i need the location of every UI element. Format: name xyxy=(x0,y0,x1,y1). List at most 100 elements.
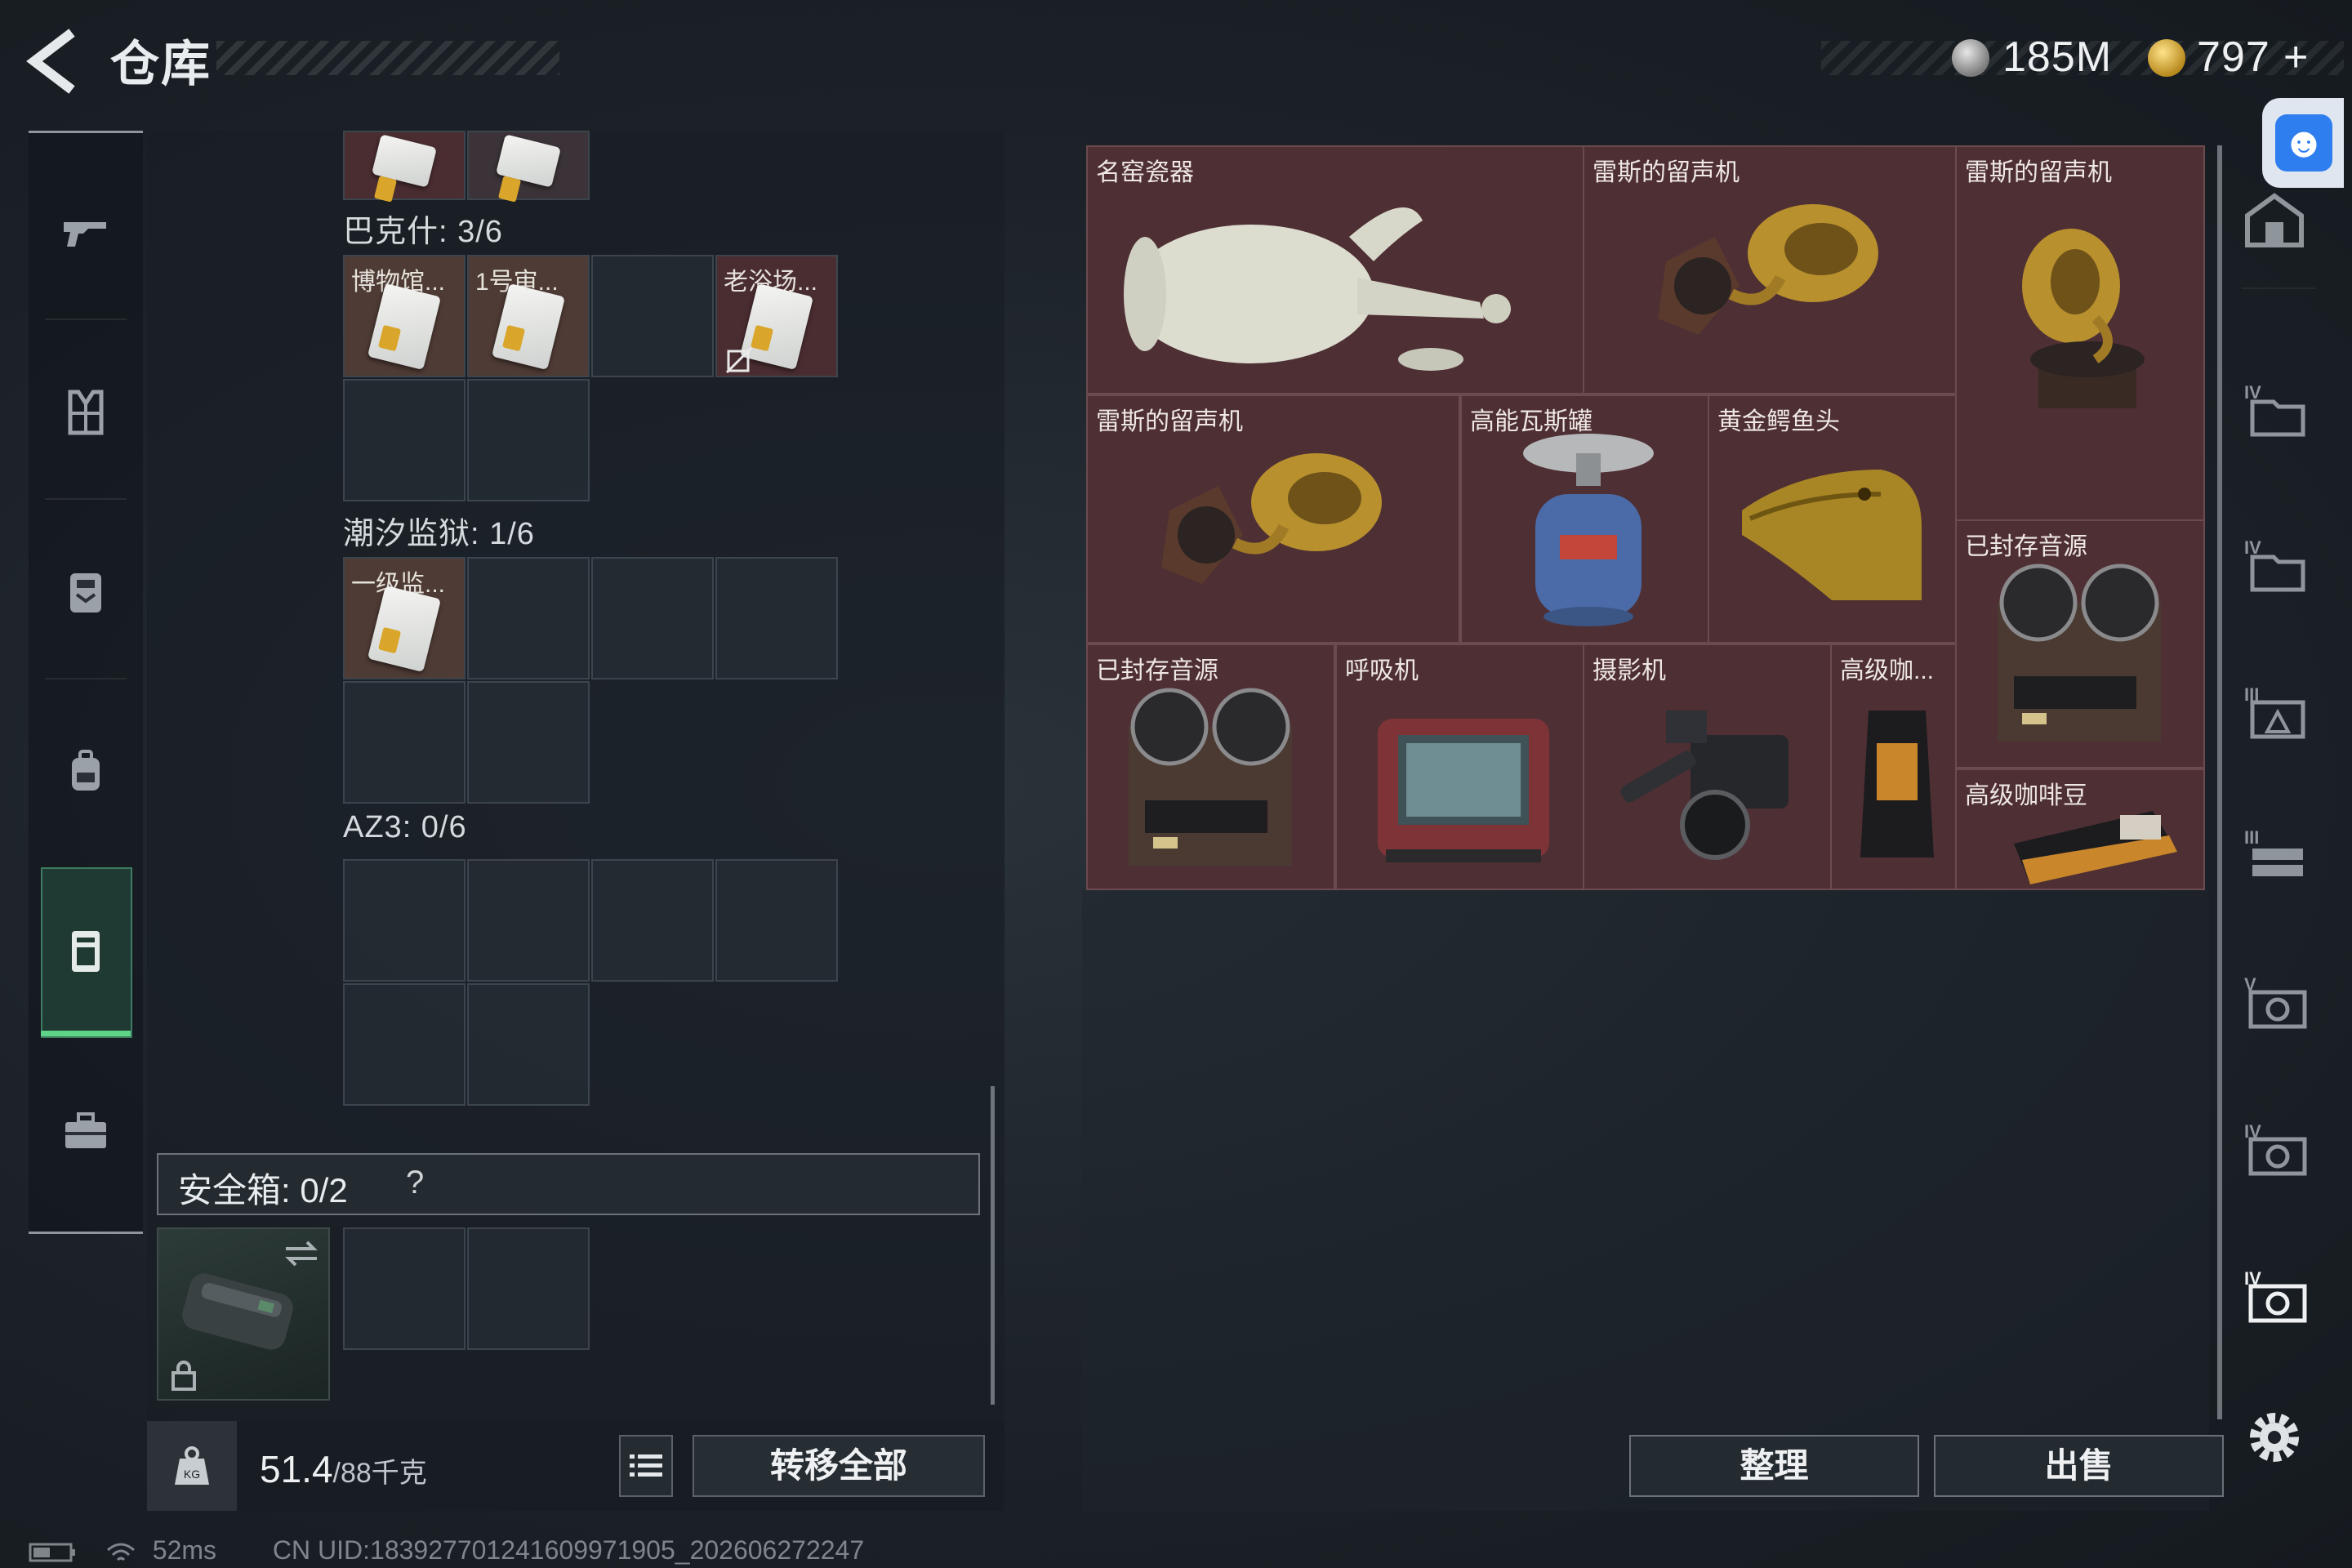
container-title: AZ3: 0/6 xyxy=(343,810,467,844)
page-title: 仓库 xyxy=(110,37,212,91)
user-uid: CN UID:1839277012416099719​05_2026062722… xyxy=(272,1535,865,1565)
right-nav-tier-5-storage[interactable]: V xyxy=(2234,951,2315,1049)
coffee-beans-bag-icon xyxy=(2014,811,2177,884)
silver-coin-icon xyxy=(1952,39,1989,77)
right-nav-home[interactable] xyxy=(2234,172,2315,270)
gun-icon xyxy=(64,222,106,247)
storage-scrollbar[interactable] xyxy=(2217,145,2222,1419)
respirator-machine-icon xyxy=(1378,719,1549,862)
grid-cell-empty[interactable] xyxy=(467,681,590,804)
grid-cell-item[interactable]: 老浴场... xyxy=(715,255,838,377)
grid-cell-empty[interactable] xyxy=(467,557,590,679)
gramophone-icon xyxy=(2022,229,2145,408)
wifi-icon xyxy=(106,1543,135,1561)
grid-cell-empty[interactable] xyxy=(591,859,714,982)
nav-active-indicator xyxy=(41,1031,131,1036)
item-label: 雷斯的留声机 xyxy=(1096,408,1243,435)
container-title: 潮汐监狱: 1/6 xyxy=(343,517,535,551)
coffee-bag-icon xyxy=(1860,710,1934,858)
safe-tier-icon: IV xyxy=(2244,1121,2307,1176)
svg-text:KG: KG xyxy=(184,1468,200,1481)
grid-cell-empty[interactable] xyxy=(467,859,590,982)
toolbox-icon xyxy=(65,1112,106,1148)
gramophone-icon xyxy=(1658,204,1878,335)
back-arrow-icon[interactable] xyxy=(24,24,90,98)
storage-item-gramophone[interactable]: 雷斯的留声机 xyxy=(1086,394,1460,644)
grid-cell-item[interactable]: 一级监... xyxy=(343,557,466,679)
storage-item-coffee[interactable]: 高级咖... xyxy=(1830,644,1957,890)
settings-gear-icon[interactable] xyxy=(2242,1405,2307,1470)
storage-item-porcelain[interactable]: 名窑瓷器 xyxy=(1086,145,1584,394)
movie-camera-icon xyxy=(1620,710,1788,860)
grid-cell-empty[interactable] xyxy=(343,983,466,1106)
storage-item-reel-recorder[interactable]: 已封存音源 xyxy=(1086,644,1335,890)
weight-icon: KG xyxy=(175,1446,209,1485)
nav-chest-rig[interactable] xyxy=(29,519,143,666)
storage-item-gramophone[interactable]: 雷斯的留声机 xyxy=(1583,145,1957,394)
right-nav-tier-3-storage[interactable]: III xyxy=(2234,662,2315,760)
title-stripes-decoration xyxy=(216,41,559,75)
right-nav-tier-4-storage[interactable]: IV xyxy=(2234,1098,2315,1196)
sort-button[interactable]: 整理 xyxy=(1629,1435,1919,1497)
grid-cell-empty[interactable] xyxy=(343,859,466,982)
battery-icon xyxy=(29,1543,75,1562)
safe-tier-icon: V xyxy=(2244,974,2307,1029)
folder-tier-icon: IV xyxy=(2244,537,2305,592)
nav-weapons[interactable] xyxy=(29,159,143,306)
grid-cell-empty[interactable] xyxy=(591,255,714,377)
safe-box-count: 0/2 xyxy=(300,1171,348,1209)
sell-button[interactable]: 出售 xyxy=(1934,1435,2224,1497)
storage-item-gold-croc-head[interactable]: 黄金鳄鱼头 xyxy=(1708,394,1957,644)
grid-cell-empty[interactable] xyxy=(467,379,590,501)
storage-item-coffee[interactable]: 高级咖啡豆 xyxy=(1955,768,2205,890)
card-item-icon xyxy=(495,134,562,188)
nav-toolbox[interactable] xyxy=(29,1058,143,1205)
help-icon: ? xyxy=(405,1165,425,1200)
grid-cell-empty[interactable] xyxy=(343,681,466,804)
gold-currency-value: 797 xyxy=(2197,33,2270,81)
nav-pouch-active[interactable] xyxy=(29,878,143,1025)
transfer-all-button[interactable]: 转移全部 xyxy=(693,1435,985,1497)
list-view-button[interactable] xyxy=(619,1435,673,1497)
storage-item-gas-canister[interactable]: 高能瓦斯罐 xyxy=(1460,394,1709,644)
gold-coin-icon xyxy=(2148,39,2185,77)
safe-box-slot[interactable] xyxy=(157,1227,330,1401)
armor-vest-icon xyxy=(68,390,104,435)
tier-label: IV xyxy=(2244,382,2261,403)
storage-item-respirator[interactable]: 呼吸机 xyxy=(1335,644,1584,890)
item-label: 摄影机 xyxy=(1592,657,1666,684)
nav-backpack[interactable] xyxy=(29,698,143,845)
right-nav-tier-4-storage[interactable]: IV xyxy=(2234,359,2315,457)
pouch-icon xyxy=(72,931,100,972)
grid-cell-empty[interactable] xyxy=(715,557,838,679)
carry-weight: 51.4/88千克 xyxy=(260,1447,427,1491)
right-nav-tier-4-storage-active[interactable]: IV xyxy=(2234,1245,2315,1343)
add-gold-button[interactable]: + xyxy=(2283,33,2309,82)
tier-label: IV xyxy=(2244,537,2261,558)
grid-cell-item[interactable]: 博物馆... xyxy=(343,255,466,377)
left-panel-scrollbar[interactable] xyxy=(991,1086,995,1405)
item-label: 雷斯的留声机 xyxy=(1965,159,2112,186)
grid-cell-empty[interactable] xyxy=(591,557,714,679)
nav-divider xyxy=(45,678,127,679)
safe-slot-empty[interactable] xyxy=(343,1227,466,1350)
storage-item-camera[interactable]: 摄影机 xyxy=(1583,644,1832,890)
chest-rig-icon xyxy=(70,573,101,612)
tier-label: III xyxy=(2244,827,2259,848)
grid-cell-filled[interactable] xyxy=(467,131,590,200)
storage-item-reel-recorder[interactable]: 已封存音源 xyxy=(1955,519,2205,768)
grid-cell-item[interactable]: 1号审... xyxy=(467,255,590,377)
swap-icon[interactable] xyxy=(281,1237,322,1270)
house-icon xyxy=(2245,193,2304,247)
safe-slot-empty[interactable] xyxy=(467,1227,590,1350)
nav-armor[interactable] xyxy=(29,339,143,486)
nav-divider xyxy=(45,498,127,500)
accessibility-icon[interactable]: ☻ xyxy=(2275,114,2332,172)
grid-cell-empty[interactable] xyxy=(467,983,590,1106)
grid-cell-empty[interactable] xyxy=(343,379,466,501)
right-nav-tier-4-storage[interactable]: IV xyxy=(2234,514,2315,612)
grid-cell-filled[interactable] xyxy=(343,131,466,200)
grid-cell-empty[interactable] xyxy=(715,859,838,982)
right-nav-tier-3-storage[interactable]: III xyxy=(2234,804,2315,902)
storage-item-gramophone[interactable]: 雷斯的留声机 xyxy=(1955,145,2205,521)
